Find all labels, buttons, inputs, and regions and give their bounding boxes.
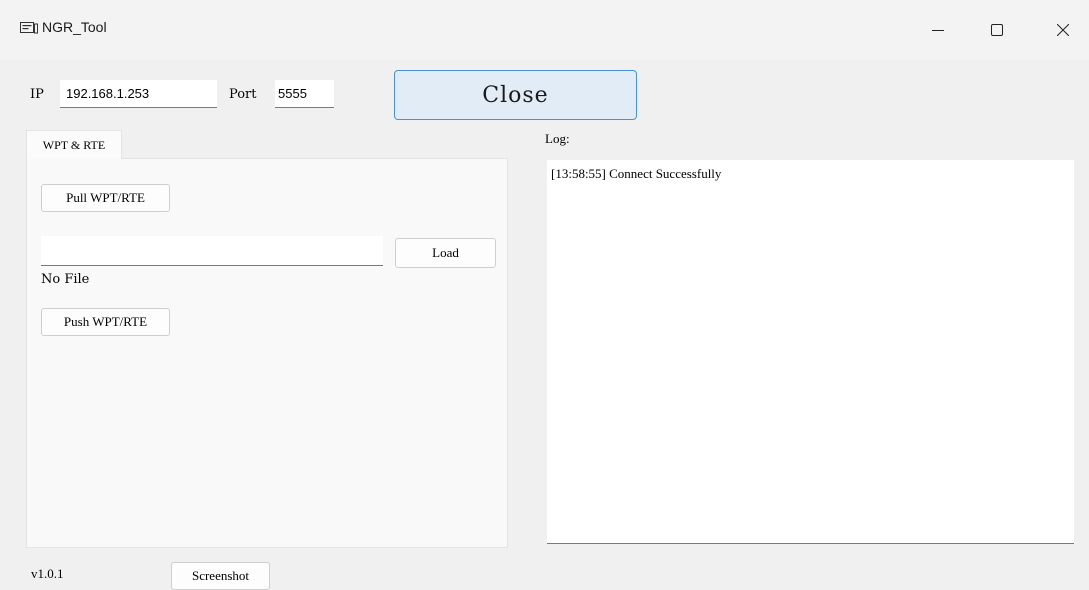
screenshot-button[interactable]: Screenshot: [171, 562, 270, 590]
log-entry: [13:58:55] Connect Successfully: [551, 166, 722, 181]
window-close-button[interactable]: [1040, 10, 1086, 50]
close-icon: [1057, 24, 1069, 36]
tab-wpt-rte[interactable]: WPT & RTE: [26, 130, 122, 159]
ip-label: IP: [30, 87, 44, 102]
file-status-text: No File: [41, 272, 90, 287]
minimize-button[interactable]: [915, 10, 961, 50]
ip-input[interactable]: 192.168.1.253: [60, 80, 217, 108]
pull-wpt-rte-button[interactable]: Pull WPT/RTE: [41, 184, 170, 212]
file-path-input[interactable]: [41, 236, 383, 266]
wpt-rte-panel: [26, 158, 508, 548]
version-label: v1.0.1: [31, 566, 64, 581]
maximize-icon: [991, 24, 1003, 36]
log-textarea[interactable]: [13:58:55] Connect Successfully: [547, 160, 1074, 544]
port-label: Port: [229, 87, 257, 102]
app-window-icon: [20, 22, 38, 34]
minimize-icon: [932, 30, 944, 31]
port-input[interactable]: 5555: [275, 80, 334, 108]
maximize-button[interactable]: [974, 10, 1020, 50]
log-label: Log:: [545, 131, 570, 146]
load-button[interactable]: Load: [395, 238, 496, 268]
close-connection-button[interactable]: Close: [394, 70, 637, 120]
push-wpt-rte-button[interactable]: Push WPT/RTE: [41, 308, 170, 336]
window-title: NGR_Tool: [42, 19, 107, 35]
